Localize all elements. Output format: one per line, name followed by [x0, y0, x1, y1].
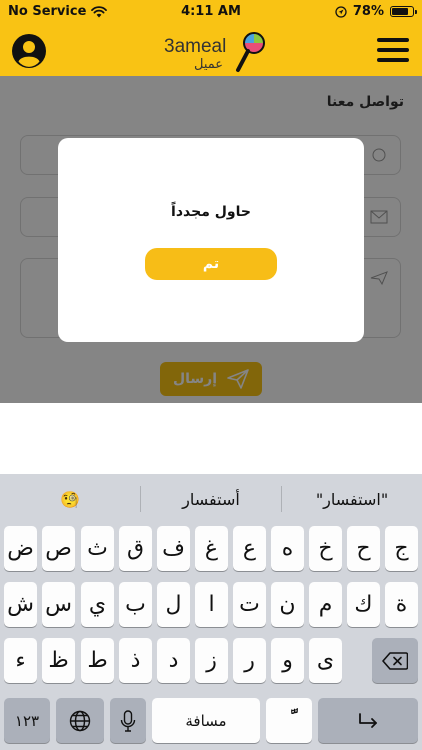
key[interactable]: ا	[195, 582, 228, 627]
key[interactable]: ظ	[42, 638, 75, 683]
key[interactable]: ن	[271, 582, 304, 627]
battery-percent: 78%	[352, 4, 384, 19]
key[interactable]: ذ	[119, 638, 152, 683]
suggestion-emoji[interactable]: 🧐	[0, 490, 140, 509]
key[interactable]: م	[309, 582, 342, 627]
key[interactable]: ح	[347, 526, 380, 571]
globe-icon	[69, 710, 91, 731]
key[interactable]: ش	[4, 582, 37, 627]
backspace-key[interactable]	[372, 638, 418, 683]
battery-icon	[390, 6, 417, 17]
diacritic-key[interactable]: ًّ	[266, 698, 312, 743]
key[interactable]: ة	[385, 582, 418, 627]
status-bar: No Service 4:11 AM 78%	[0, 0, 422, 24]
nav-bar: 3ameal عميل	[0, 24, 422, 76]
key[interactable]: غ	[195, 526, 228, 571]
keyboard: 🧐 أستفسار "استفسار" ض ص ث ق ف غ ع ه خ ح …	[0, 474, 422, 750]
suggestion-bar: 🧐 أستفسار "استفسار"	[0, 474, 422, 524]
alert-dialog: حاول مجدداً تم	[58, 138, 364, 342]
menu-line	[377, 58, 409, 62]
key[interactable]: ج	[385, 526, 418, 571]
return-key[interactable]	[318, 698, 418, 743]
key[interactable]: و	[271, 638, 304, 683]
key[interactable]: ص	[42, 526, 75, 571]
menu-line	[377, 48, 409, 52]
dialog-ok-button[interactable]: تم	[145, 248, 277, 280]
status-right: 78%	[335, 4, 417, 19]
key[interactable]: ي	[81, 582, 114, 627]
key[interactable]: ف	[157, 526, 190, 571]
key[interactable]: ض	[4, 526, 37, 571]
space-key[interactable]: مسافة	[152, 698, 260, 743]
globe-key[interactable]	[56, 698, 104, 743]
key[interactable]: ه	[271, 526, 304, 571]
key[interactable]: ى	[309, 638, 342, 683]
hamburger-icon[interactable]	[377, 38, 409, 62]
microphone-key[interactable]	[110, 698, 146, 743]
key[interactable]: ب	[119, 582, 152, 627]
numbers-key[interactable]: ١٢٣	[4, 698, 50, 743]
logo-text-latin: 3ameal	[164, 36, 226, 57]
key[interactable]: ط	[81, 638, 114, 683]
key[interactable]: د	[157, 638, 190, 683]
battery-fill	[392, 8, 408, 15]
dialog-message: حاول مجدداً	[171, 204, 251, 220]
microphone-icon	[120, 709, 136, 732]
key[interactable]: ق	[119, 526, 152, 571]
key[interactable]: ر	[233, 638, 266, 683]
suggestion-quoted[interactable]: "استفسار"	[282, 490, 422, 509]
return-icon	[359, 712, 377, 728]
key[interactable]: ل	[157, 582, 190, 627]
logo-text-arabic: عميل	[194, 57, 223, 72]
location-arrow-icon	[335, 5, 347, 18]
key[interactable]: س	[42, 582, 75, 627]
key[interactable]: خ	[309, 526, 342, 571]
menu-line	[377, 38, 409, 42]
suggestion-word[interactable]: أستفسار	[141, 490, 281, 509]
key[interactable]: ت	[233, 582, 266, 627]
backspace-icon	[382, 651, 408, 670]
key[interactable]: ث	[81, 526, 114, 571]
key[interactable]: ك	[347, 582, 380, 627]
key[interactable]: ء	[4, 638, 37, 683]
key[interactable]: ع	[233, 526, 266, 571]
user-circle-icon[interactable]	[11, 33, 47, 69]
key[interactable]: ز	[195, 638, 228, 683]
app-logo: 3ameal عميل	[164, 32, 265, 72]
